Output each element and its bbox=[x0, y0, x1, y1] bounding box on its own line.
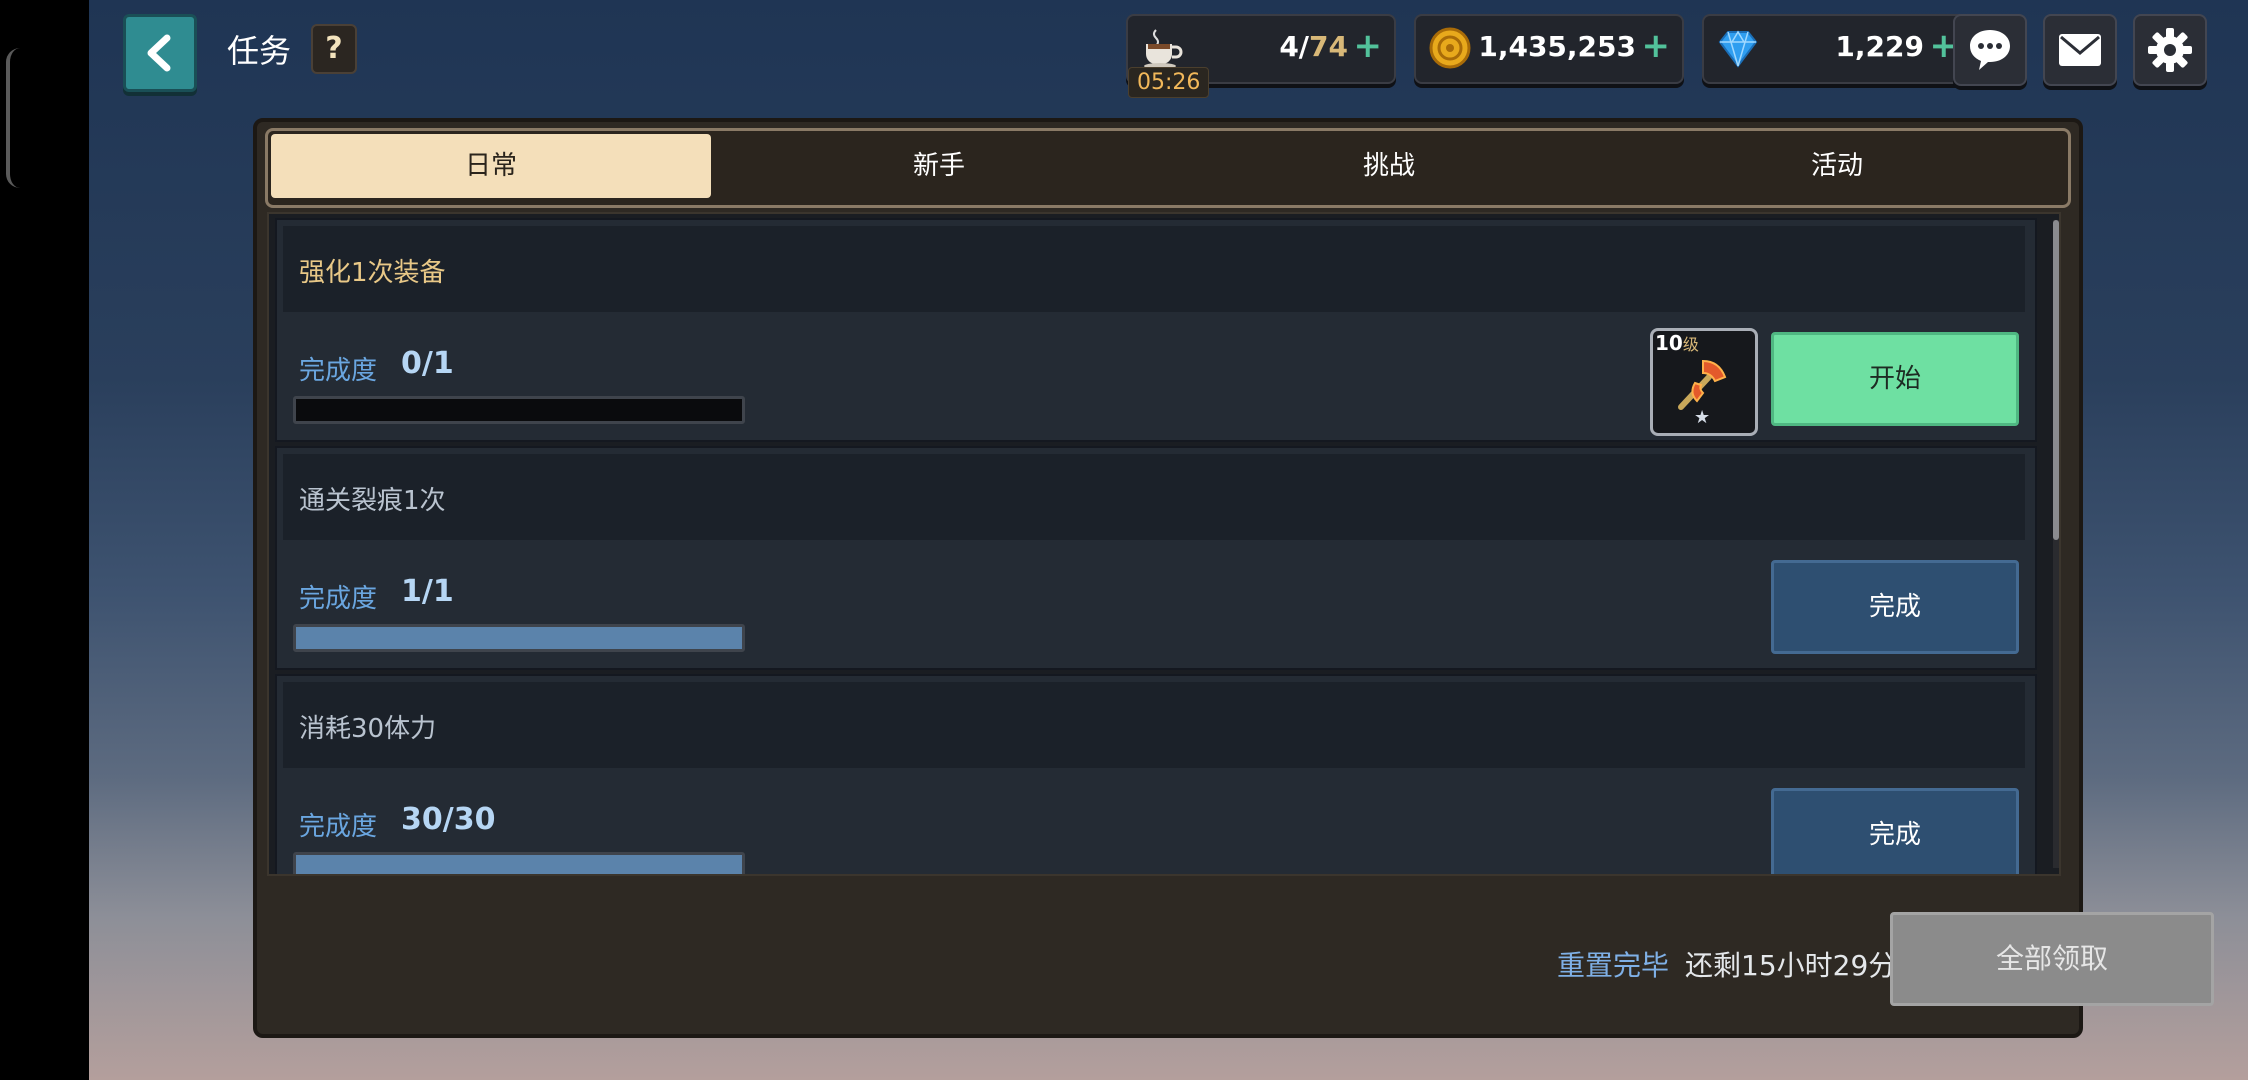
reward-level-number: 10 bbox=[1655, 331, 1683, 355]
star-icon: ★ bbox=[1694, 407, 1711, 428]
start-button[interactable]: 开始 bbox=[1771, 332, 2019, 426]
game-stage: 任务 ? 4/74 + 05:26 1,435,253 + 1,229 + 日常… bbox=[89, 0, 2248, 1080]
progress-bar bbox=[293, 624, 745, 652]
progress-fill bbox=[296, 855, 742, 874]
reward-level-suffix: 级 bbox=[1682, 335, 1699, 354]
stamina-counter: 4/74 + 05:26 bbox=[1126, 14, 1396, 98]
progress-bar bbox=[293, 396, 745, 424]
help-button[interactable]: ? bbox=[311, 24, 357, 74]
progress-label: 完成度 bbox=[299, 812, 378, 842]
stamina-max: 74 bbox=[1309, 30, 1348, 63]
quest-list[interactable]: 强化1次装备 完成度 0/1 10级 ★ 开始 通关裂痕1次 完成度 1/1 完… bbox=[267, 212, 2061, 876]
chat-button[interactable] bbox=[1953, 14, 2027, 86]
progress-value: 30/30 bbox=[401, 802, 496, 837]
quest-panel: 日常 新手 挑战 活动 强化1次装备 完成度 0/1 10级 ★ 开始 通关裂痕… bbox=[253, 118, 2214, 1038]
quest-header: 强化1次装备 bbox=[283, 226, 2025, 312]
quest-item: 通关裂痕1次 完成度 1/1 完成 bbox=[275, 446, 2037, 670]
progress-value: 0/1 bbox=[401, 346, 454, 381]
reward-item[interactable]: 10级 ★ bbox=[1650, 328, 1758, 436]
screen-cutout bbox=[0, 0, 89, 1080]
tab-daily[interactable]: 日常 bbox=[271, 134, 711, 198]
screen-edge-decoration bbox=[6, 48, 22, 188]
reward-level: 10级 bbox=[1655, 331, 1699, 355]
gold-coin-icon bbox=[1429, 27, 1471, 69]
quest-name: 通关裂痕1次 bbox=[299, 486, 446, 516]
gem-value: 1,229 bbox=[1835, 30, 1924, 63]
coffee-cup-icon bbox=[1144, 29, 1183, 69]
mail-button[interactable] bbox=[2043, 14, 2117, 86]
reset-status: 重置完毕 bbox=[1557, 949, 1670, 982]
tab-beginner[interactable]: 新手 bbox=[719, 134, 1159, 198]
page-title: 任务 bbox=[227, 32, 292, 70]
envelope-icon bbox=[2059, 34, 2101, 66]
quest-header: 通关裂痕1次 bbox=[283, 454, 2025, 540]
reset-countdown: 还剩15小时29分 bbox=[1685, 949, 1897, 982]
quest-name: 强化1次装备 bbox=[299, 258, 446, 288]
progress-value: 1/1 bbox=[401, 574, 454, 609]
progress-bar bbox=[293, 852, 745, 874]
quest-name: 消耗30体力 bbox=[299, 714, 437, 744]
gold-counter: 1,435,253 + bbox=[1414, 14, 1684, 84]
chat-bubble-icon bbox=[1970, 30, 2010, 70]
complete-button[interactable]: 完成 bbox=[1771, 560, 2019, 654]
progress-fill bbox=[296, 627, 742, 649]
quest-item: 消耗30体力 完成度 30/30 完成 bbox=[275, 674, 2037, 874]
axe-icon bbox=[1678, 359, 1727, 410]
quest-header: 消耗30体力 bbox=[283, 682, 2025, 768]
gem-counter: 1,229 + bbox=[1702, 14, 1972, 84]
gear-icon bbox=[2148, 28, 2192, 72]
progress-label: 完成度 bbox=[299, 356, 378, 386]
quest-item: 强化1次装备 完成度 0/1 10级 ★ 开始 bbox=[275, 218, 2037, 442]
tab-event[interactable]: 活动 bbox=[1617, 134, 2057, 198]
back-button[interactable] bbox=[123, 14, 197, 92]
diamond-icon bbox=[1718, 30, 1758, 68]
stamina-plus-button[interactable]: + bbox=[1354, 26, 1383, 66]
stamina-timer: 05:26 bbox=[1128, 67, 1210, 98]
chevron-left-icon bbox=[147, 34, 171, 72]
claim-all-button[interactable]: 全部领取 bbox=[1890, 912, 2214, 1006]
gold-value: 1,435,253 bbox=[1478, 30, 1636, 63]
complete-button[interactable]: 完成 bbox=[1771, 788, 2019, 874]
settings-button[interactable] bbox=[2133, 14, 2207, 86]
gold-plus-button[interactable]: + bbox=[1642, 26, 1671, 66]
tab-challenge[interactable]: 挑战 bbox=[1169, 134, 1609, 198]
stamina-current: 4/ bbox=[1279, 30, 1310, 63]
scrollbar-thumb[interactable] bbox=[2053, 220, 2059, 540]
progress-label: 完成度 bbox=[299, 584, 378, 614]
stamina-value: 4/74 bbox=[1279, 30, 1348, 63]
quest-tabs: 日常 新手 挑战 活动 bbox=[265, 128, 2071, 208]
